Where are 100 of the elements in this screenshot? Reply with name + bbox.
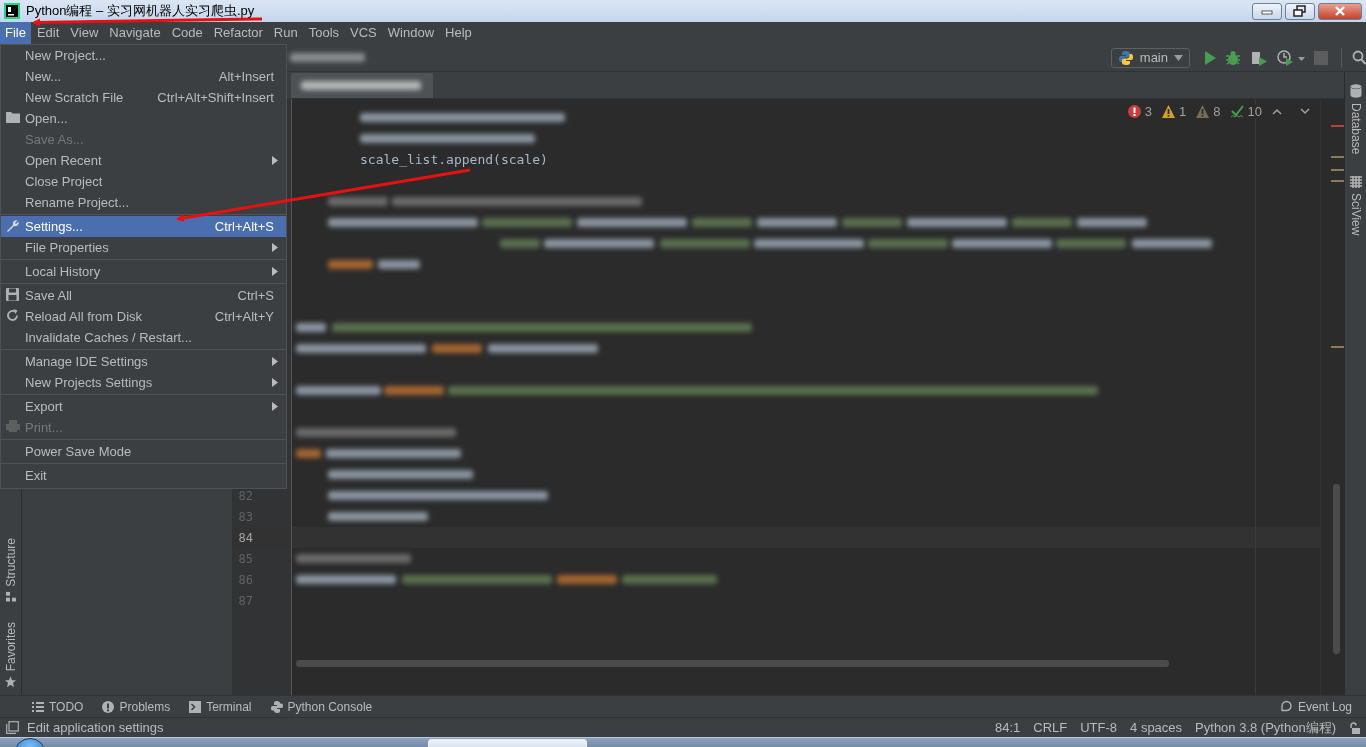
padlock-icon[interactable]	[1349, 721, 1360, 734]
close-button[interactable]	[1318, 2, 1362, 20]
menu-item[interactable]: Open...	[1, 108, 286, 129]
tool-window-tab[interactable]: Problems	[100, 699, 173, 714]
minimize-icon	[1261, 7, 1273, 15]
editor-tab[interactable]	[291, 73, 433, 98]
menu-item[interactable]: Edit	[31, 22, 65, 44]
blurred-code	[692, 218, 752, 227]
menu-item[interactable]: Run	[268, 22, 303, 44]
line-number: 84	[238, 530, 253, 545]
blurred-code	[1056, 239, 1126, 248]
terminal-icon	[189, 700, 202, 713]
menu-item[interactable]: File Properties	[1, 237, 286, 258]
python-logo-icon	[1117, 49, 1134, 66]
tool-window-tab[interactable]: Structure	[3, 533, 18, 606]
exclamation-icon	[102, 700, 115, 713]
run-configuration-dropdown[interactable]: main	[1110, 47, 1190, 68]
menu-item[interactable]: Navigate	[104, 22, 166, 44]
menu-item[interactable]: Close Project	[1, 171, 286, 192]
blurred-code	[328, 260, 373, 269]
printer-icon	[6, 420, 20, 432]
star-icon	[5, 676, 16, 687]
grid-icon	[1349, 176, 1362, 189]
coverage-icon[interactable]	[1250, 49, 1268, 66]
menu-item[interactable]: New Projects Settings	[1, 372, 286, 393]
menu-item[interactable]: New Scratch File Ctrl+Alt+Shift+Insert	[1, 87, 286, 108]
menu-item[interactable]: Exit	[1, 465, 286, 486]
search-icon[interactable]	[1352, 49, 1366, 66]
status-message: Edit application settings	[27, 720, 164, 735]
tool-window-tab[interactable]: Terminal	[187, 699, 254, 714]
menu-item[interactable]: Tools	[303, 22, 345, 44]
blurred-code	[1012, 218, 1072, 227]
menu-item[interactable]: VCS	[345, 22, 382, 44]
menu-item[interactable]: Local History	[1, 261, 286, 282]
close-icon	[1334, 6, 1346, 16]
blurred-code	[557, 575, 617, 584]
tool-window-tab[interactable]: Python Console	[268, 699, 375, 714]
menu-item[interactable]: New Project...	[1, 45, 286, 66]
menu-item[interactable]: Help	[440, 22, 477, 44]
code-line: scale_list.append(scale)	[360, 152, 548, 167]
restore-icon	[1293, 5, 1307, 17]
menu-item[interactable]: Refactor	[208, 22, 268, 44]
app-icon	[4, 3, 20, 19]
status-item[interactable]: CRLF	[1033, 720, 1068, 735]
profiler-icon[interactable]	[1277, 49, 1305, 66]
list-icon	[32, 701, 44, 712]
menu-item[interactable]: Manage IDE Settings	[1, 351, 286, 372]
status-item[interactable]: 4 spaces	[1130, 720, 1183, 735]
wrench-icon	[6, 219, 20, 233]
inspection-count: 3	[1144, 104, 1153, 119]
blurred-code	[842, 218, 902, 227]
window-title: Python编程 – 实习网机器人实习爬虫.py	[26, 2, 255, 20]
tool-window-tab[interactable]: Database	[1348, 80, 1363, 159]
restore-button[interactable]	[1285, 2, 1315, 20]
menu-item[interactable]: Settings... Ctrl+Alt+S	[1, 216, 286, 237]
blurred-code	[296, 449, 321, 458]
tool-window-tab[interactable]: Favorites	[3, 617, 18, 691]
event-log-button[interactable]: Event Log	[1277, 699, 1354, 714]
inspection-count: 1	[1179, 104, 1187, 119]
blurred-code	[1077, 218, 1147, 227]
horizontal-scrollbar[interactable]	[296, 660, 1169, 667]
menu-item[interactable]: Window	[382, 22, 440, 44]
chevron-down-icon[interactable]	[1300, 108, 1310, 115]
blurred-code	[296, 323, 326, 332]
blurred-code	[432, 344, 482, 353]
menu-item[interactable]: Open Recent	[1, 150, 286, 171]
menu-item[interactable]: New... Alt+Insert	[1, 66, 286, 87]
error-icon	[1127, 105, 1141, 118]
menu-item[interactable]: View	[65, 22, 104, 44]
chevron-up-icon[interactable]	[1272, 108, 1282, 115]
menu-item[interactable]: Rename Project...	[1, 192, 286, 213]
database-icon	[1349, 84, 1362, 98]
folder-icon	[6, 111, 20, 123]
status-item[interactable]: UTF-8	[1080, 720, 1118, 735]
status-item[interactable]: Python 3.8 (Python编程)	[1195, 718, 1336, 737]
tool-window-tab[interactable]: TODO	[30, 699, 86, 714]
speech-bubble-icon	[1279, 700, 1293, 713]
structure-icon	[5, 591, 16, 602]
menu-item[interactable]: Save All Ctrl+S	[1, 285, 286, 306]
menu-item[interactable]: Invalidate Caches / Restart...	[1, 327, 286, 348]
run-icon[interactable]	[1204, 50, 1216, 65]
blurred-code	[378, 260, 420, 269]
checkmark-icon	[1230, 105, 1244, 118]
menu-item[interactable]: File	[0, 22, 31, 44]
blurred-code	[384, 386, 444, 395]
menu-item[interactable]: Export	[1, 396, 286, 417]
menu-item[interactable]: Code	[166, 22, 208, 44]
menu-item[interactable]: Power Save Mode	[1, 441, 286, 462]
status-item[interactable]: 84:1	[994, 720, 1021, 735]
blurred-code	[500, 239, 540, 248]
tool-window-tab[interactable]: SciView	[1348, 172, 1363, 240]
refresh-icon	[6, 309, 19, 322]
minimize-button[interactable]	[1252, 2, 1282, 20]
blurred-code	[328, 197, 388, 206]
inspection-count: 10	[1247, 104, 1262, 119]
python-logo-icon	[270, 700, 283, 713]
vertical-scrollbar[interactable]	[1333, 484, 1340, 654]
panel-toggle-icon[interactable]	[6, 721, 19, 734]
menu-item[interactable]: Reload All from Disk Ctrl+Alt+Y	[1, 306, 286, 327]
bug-icon[interactable]	[1225, 49, 1241, 66]
